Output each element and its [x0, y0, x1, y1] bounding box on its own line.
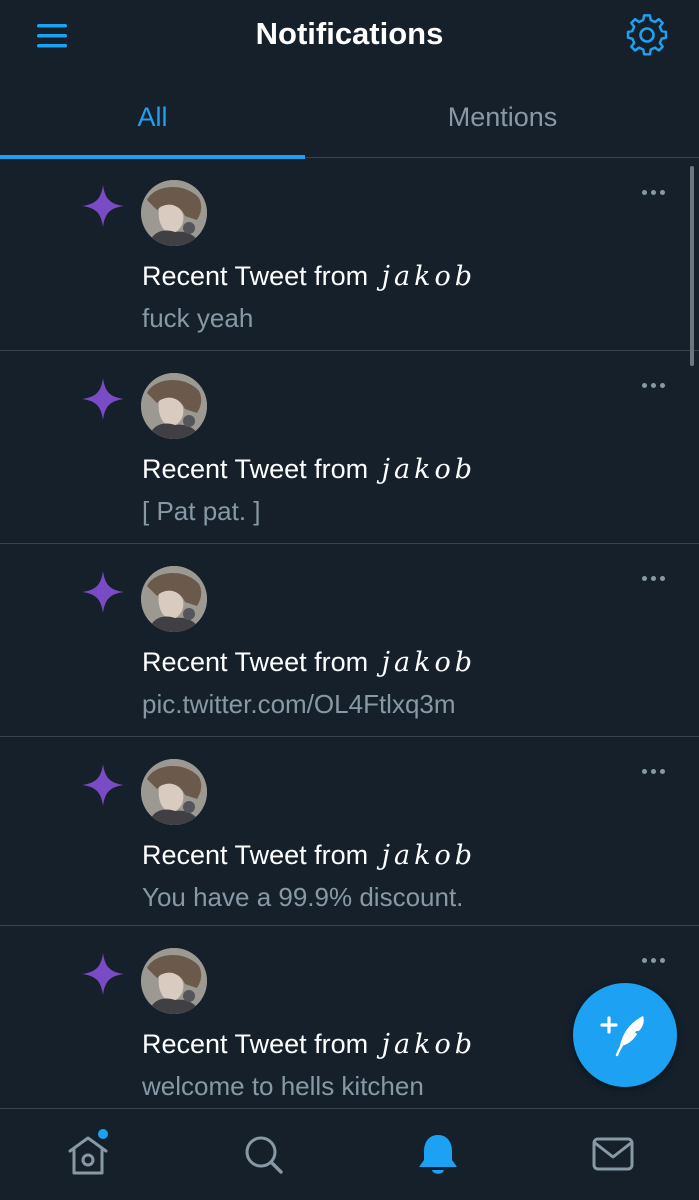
more-dot	[641, 576, 647, 582]
notification-text: You have a 99.9% discount.	[142, 882, 464, 912]
author-name[interactable]: jakob	[382, 261, 476, 292]
more-options-button[interactable]	[634, 570, 672, 594]
sparkle-icon	[82, 185, 124, 227]
notification-text: pic.twitter.com/OL4Ftlxq3m	[142, 689, 456, 719]
nav-search[interactable]	[235, 1129, 291, 1179]
notification-prefix: Recent Tweet from	[142, 261, 369, 291]
bell-icon	[419, 1135, 457, 1174]
more-dot	[659, 769, 665, 775]
more-dot	[659, 958, 665, 964]
sparkle-icon	[82, 571, 124, 613]
notification-text: welcome to hells kitchen	[142, 1071, 424, 1101]
gear-icon	[626, 14, 668, 56]
notification-title: Recent Tweet from jakob	[142, 1026, 476, 1063]
more-options-button[interactable]	[634, 184, 672, 208]
notification-title: Recent Tweet from jakob	[142, 837, 476, 874]
tab-all-label: All	[137, 102, 168, 132]
author-name[interactable]: jakob	[382, 840, 476, 871]
notification-title: Recent Tweet from jakob	[142, 451, 476, 488]
more-dot	[650, 769, 656, 775]
hamburger-menu-icon	[37, 24, 67, 48]
more-dot	[641, 769, 647, 775]
avatar-image	[141, 948, 207, 1014]
more-dot	[659, 190, 665, 196]
notification-title: Recent Tweet from jakob	[142, 644, 476, 681]
more-dot	[641, 383, 647, 389]
more-dot	[659, 576, 665, 582]
avatar-image	[141, 373, 207, 439]
nav-notifications[interactable]	[410, 1129, 466, 1179]
more-dot	[650, 576, 656, 582]
avatar-image	[141, 566, 207, 632]
notification-item[interactable]: Recent Tweet from jakob pic.twitter.com/…	[0, 544, 699, 737]
notification-text: [ Pat pat. ]	[142, 496, 261, 526]
more-options-button[interactable]	[634, 952, 672, 976]
more-dot	[659, 383, 665, 389]
avatar-image	[141, 180, 207, 246]
nav-home[interactable]	[60, 1129, 116, 1179]
avatar-image	[141, 759, 207, 825]
notification-item[interactable]: Recent Tweet from jakob fuck yeah	[0, 158, 699, 351]
compose-tweet-icon	[600, 1016, 644, 1057]
notification-tabs: All Mentions	[0, 72, 699, 159]
home-icon	[68, 1129, 108, 1175]
top-bar: Notifications	[0, 0, 699, 72]
more-dot	[650, 958, 656, 964]
more-dot	[641, 958, 647, 964]
notification-prefix: Recent Tweet from	[142, 1029, 369, 1059]
mail-icon	[592, 1137, 634, 1171]
avatar[interactable]	[141, 566, 207, 632]
notification-text: fuck yeah	[142, 303, 254, 333]
avatar[interactable]	[141, 759, 207, 825]
notification-prefix: Recent Tweet from	[142, 647, 369, 677]
notification-prefix: Recent Tweet from	[142, 840, 369, 870]
more-dot	[650, 383, 656, 389]
home-badge	[98, 1129, 108, 1139]
tab-mentions-label: Mentions	[447, 102, 558, 132]
bottom-nav	[0, 1108, 699, 1200]
more-options-button[interactable]	[634, 377, 672, 401]
menu-button[interactable]	[30, 18, 74, 54]
sparkle-icon	[82, 764, 124, 806]
notification-prefix: Recent Tweet from	[142, 454, 369, 484]
more-dot	[641, 190, 647, 196]
more-options-button[interactable]	[634, 763, 672, 787]
nav-messages[interactable]	[585, 1129, 641, 1179]
avatar[interactable]	[141, 180, 207, 246]
author-name[interactable]: jakob	[382, 454, 476, 485]
tab-all[interactable]: All	[0, 72, 305, 159]
more-dot	[650, 190, 656, 196]
settings-button[interactable]	[622, 12, 672, 58]
tab-mentions[interactable]: Mentions	[350, 72, 655, 158]
notification-title: Recent Tweet from jakob	[142, 258, 476, 295]
author-name[interactable]: jakob	[382, 1029, 476, 1060]
notification-item[interactable]: Recent Tweet from jakob You have a 99.9%…	[0, 737, 699, 926]
search-icon	[245, 1136, 283, 1174]
scrollbar[interactable]	[690, 166, 694, 366]
avatar[interactable]	[141, 373, 207, 439]
notifications-list[interactable]: Recent Tweet from jakob fuck yeah Recent…	[0, 158, 699, 1108]
sparkle-icon	[82, 953, 124, 995]
notification-item[interactable]: Recent Tweet from jakob [ Pat pat. ]	[0, 351, 699, 544]
page-title: Notifications	[255, 16, 444, 51]
author-name[interactable]: jakob	[382, 647, 476, 678]
sparkle-icon	[82, 378, 124, 420]
compose-tweet-button[interactable]	[573, 983, 677, 1087]
avatar[interactable]	[141, 948, 207, 1014]
